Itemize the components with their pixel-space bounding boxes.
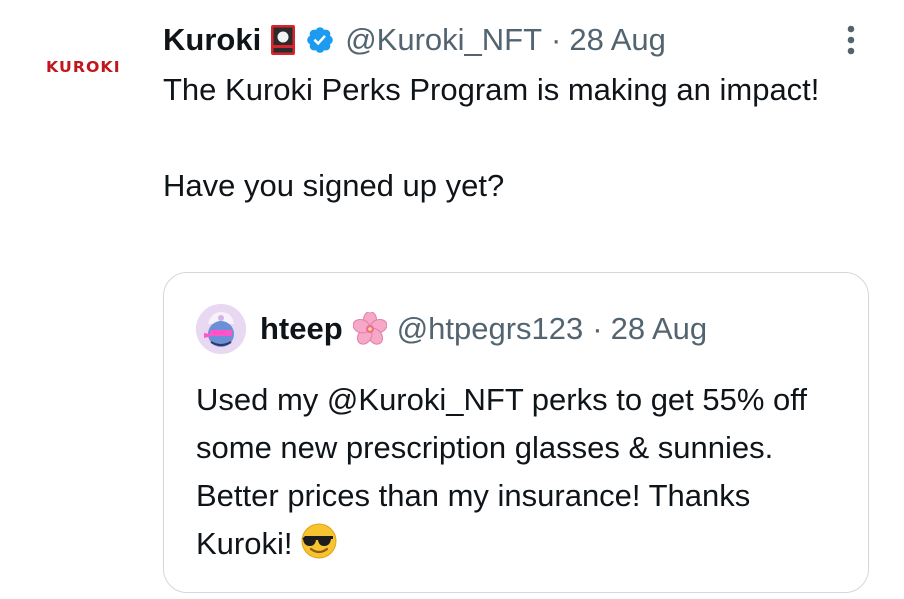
tweet-text: The Kuroki Perks Program is making an im… [163,66,863,209]
kuroki-logo: KUROKI [46,58,121,76]
quote-text-body: Used my @Kuroki_NFT perks to get 55% off… [196,382,807,561]
quote-header: hteep @htpegrs123 · 28 Aug [196,303,707,355]
author-avatar[interactable]: KUROKI [46,58,126,88]
tweet-header: Kuroki @Kuroki_NFT · 28 Aug [163,18,666,62]
tweet-text-line-1: The Kuroki Perks Program is making an im… [163,72,820,107]
quoted-tweet-card[interactable]: hteep @htpegrs123 · 28 Aug Used my @Kuro… [163,272,869,593]
quote-separator-dot: · [592,311,603,346]
tweet-date[interactable]: 28 Aug [569,22,666,58]
quote-author-name[interactable]: hteep [260,311,343,347]
sunglasses-face-emoji [300,522,338,574]
cherry-blossom-icon [352,312,387,346]
separator-dot: · [551,22,562,57]
quote-date[interactable]: 28 Aug [611,311,708,347]
tweet: KUROKI Kuroki @Kuroki_NFT · 28 Aug The K… [0,0,904,599]
author-name[interactable]: Kuroki [163,22,261,58]
verified-badge-icon[interactable] [305,25,335,55]
author-handle[interactable]: @Kuroki_NFT [345,22,542,58]
more-options-icon[interactable] [840,22,862,58]
quote-author-avatar[interactable] [196,304,246,354]
hanafuda-card-icon [270,24,296,56]
quote-author-handle[interactable]: @htpegrs123 [397,311,584,347]
tweet-text-line-2: Have you signed up yet? [163,168,505,203]
quote-text: Used my @Kuroki_NFT perks to get 55% off… [196,376,846,574]
